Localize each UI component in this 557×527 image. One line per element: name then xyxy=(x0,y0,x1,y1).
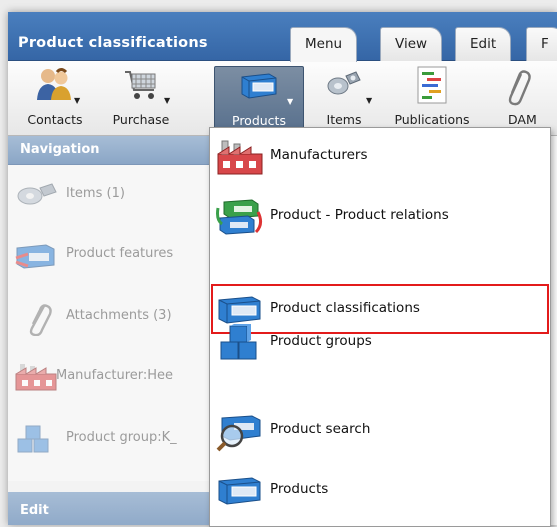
publications-icon xyxy=(415,66,449,107)
items-label: Items xyxy=(326,112,362,127)
products-label: Products xyxy=(232,113,286,128)
items-icon xyxy=(324,66,364,105)
tab-view[interactable]: View xyxy=(380,27,443,61)
paperclip-icon xyxy=(501,66,531,109)
edit-panel-title: Edit xyxy=(20,503,49,518)
nav-item-label: Attachments (3) xyxy=(66,308,172,323)
search-icon xyxy=(216,412,264,456)
purchase-button[interactable]: ▼ Purchase xyxy=(100,66,182,131)
cubes-icon xyxy=(216,324,264,368)
nav-item-label: Items (1) xyxy=(66,186,125,201)
dam-label: DAM xyxy=(508,112,537,127)
nav-item-label: Product group:K_ xyxy=(66,430,177,445)
product-features-icon xyxy=(14,240,58,287)
items-button[interactable]: ▼ Items xyxy=(306,66,382,131)
menu-item-label: Products xyxy=(270,481,329,497)
contacts-icon xyxy=(35,66,75,105)
tab-edit[interactable]: Edit xyxy=(455,27,512,61)
products-button[interactable]: ▼ Products xyxy=(214,66,304,133)
tab-f[interactable]: F xyxy=(526,27,557,61)
chevron-down-icon: ▼ xyxy=(287,97,294,106)
nav-item-label: Manufacturer:Hee xyxy=(56,368,174,383)
purchase-label: Purchase xyxy=(112,112,170,127)
menu-item-products[interactable]: Products xyxy=(210,464,550,516)
dam-button[interactable]: DAM xyxy=(486,66,546,131)
menu-item-label: Product search xyxy=(270,421,371,437)
menu-item-product-groups[interactable]: Product groups xyxy=(210,316,550,368)
menu-item-label: Product classifications xyxy=(270,300,420,316)
items-icon xyxy=(14,180,58,225)
contacts-label: Contacts xyxy=(27,112,83,127)
menu-item-label: Product groups xyxy=(270,333,372,349)
chevron-down-icon: ▼ xyxy=(164,96,171,105)
contacts-button[interactable]: ▼ Contacts xyxy=(14,66,96,131)
publications-label: Publications xyxy=(394,112,470,127)
title-bar: Product classifications Menu View Edit F xyxy=(8,12,557,62)
relations-icon xyxy=(216,198,264,242)
chevron-down-icon: ▼ xyxy=(366,96,373,105)
paperclip-icon xyxy=(14,302,58,353)
products-dropdown-menu: Manufacturers Product - Product relation… xyxy=(209,127,551,527)
ribbon-toolbar: ▼ Contacts ▼ Purchase ▼ Products ▼ Items… xyxy=(8,61,557,136)
chevron-down-icon: ▼ xyxy=(74,96,81,105)
app-title: Product classifications xyxy=(18,35,208,51)
menu-item-product-search[interactable]: Product search xyxy=(210,404,550,456)
menu-item-product-relations[interactable]: Product - Product relations xyxy=(210,190,550,242)
nav-item-label: Product features xyxy=(66,246,174,261)
shopping-cart-icon xyxy=(121,66,161,105)
product-box-icon xyxy=(239,67,279,106)
factory-icon xyxy=(216,138,264,180)
menu-item-manufacturers[interactable]: Manufacturers xyxy=(210,130,550,182)
menu-item-label: Product - Product relations xyxy=(270,207,449,223)
menu-item-label: Manufacturers xyxy=(270,147,368,163)
tab-menu[interactable]: Menu xyxy=(290,27,358,62)
product-box-icon xyxy=(216,472,264,512)
factory-icon xyxy=(14,362,58,409)
cubes-icon xyxy=(14,424,58,473)
publications-button[interactable]: Publications xyxy=(386,66,478,131)
